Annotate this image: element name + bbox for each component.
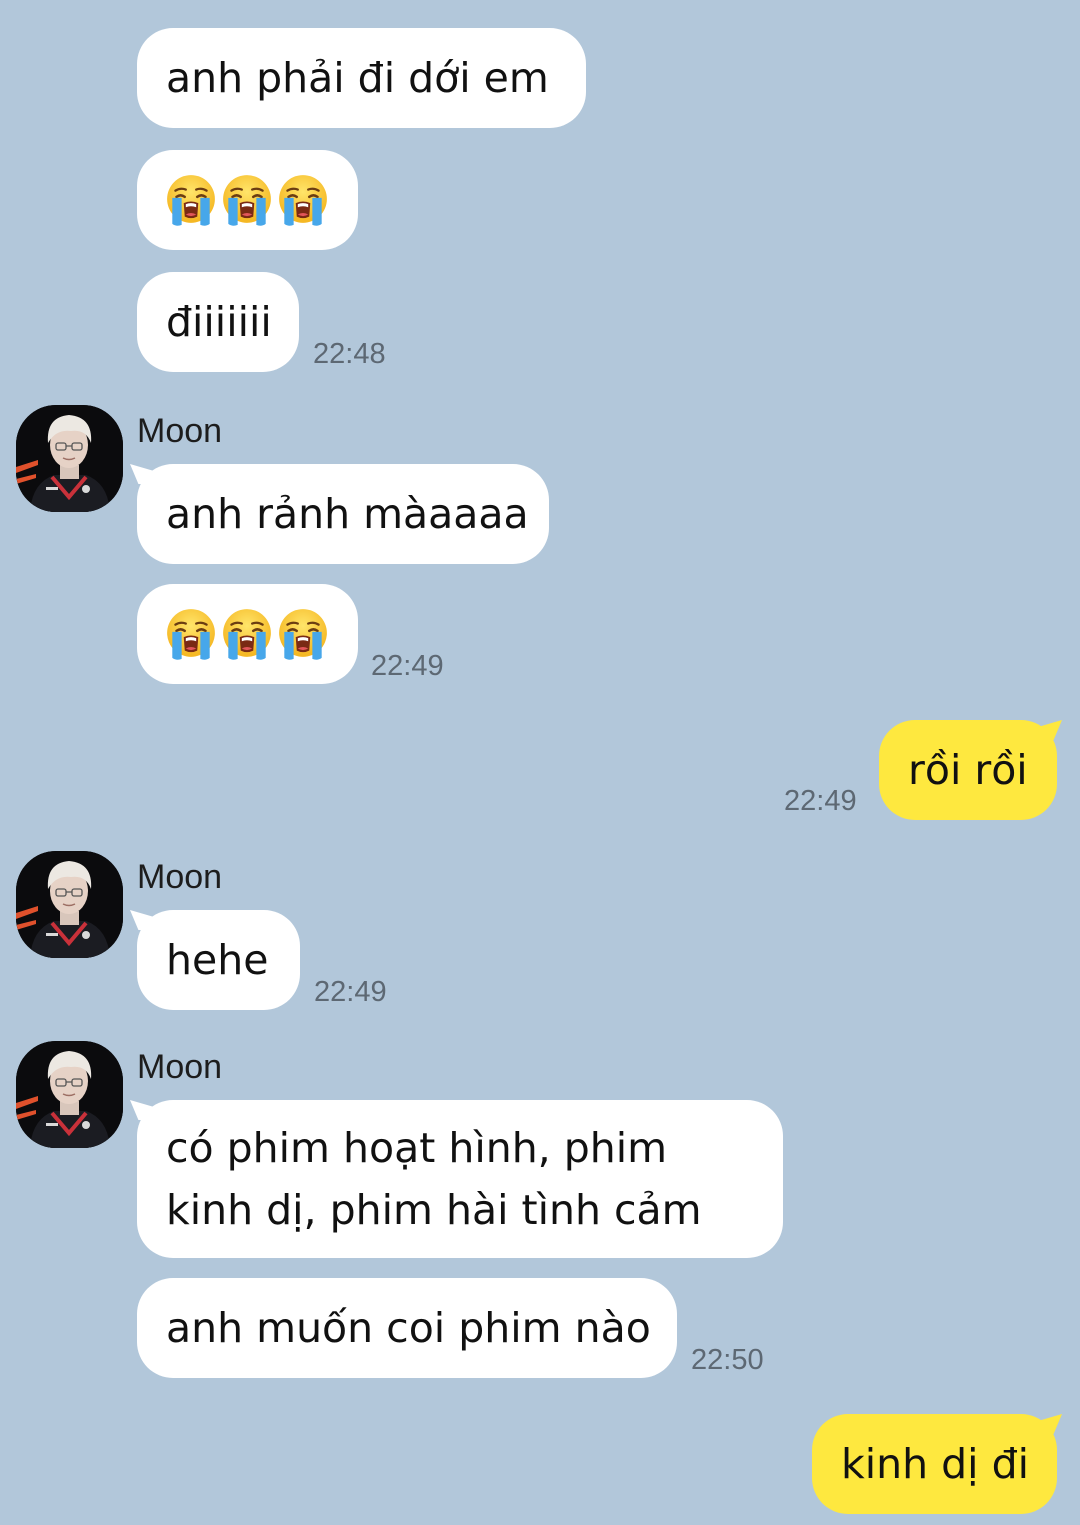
sender-name: Moon xyxy=(137,412,223,450)
message-bubble-incoming[interactable]: điiiiiii xyxy=(137,272,299,372)
message-bubble-outgoing[interactable]: rồi rồi xyxy=(879,720,1057,820)
message-timestamp: 22:49 xyxy=(371,650,444,682)
sender-name: Moon xyxy=(137,1048,223,1086)
loudly-crying-face-icon xyxy=(276,173,330,227)
avatar-image xyxy=(16,405,123,512)
message-bubble-incoming-emoji[interactable] xyxy=(137,150,358,250)
message-bubble-incoming[interactable]: anh phải đi dới em xyxy=(137,28,586,128)
avatar-image xyxy=(16,851,123,958)
message-bubble-incoming[interactable]: hehe xyxy=(137,910,300,1010)
loudly-crying-face-icon xyxy=(276,607,330,661)
message-text: điiiiiii xyxy=(166,298,272,346)
message-text: anh rảnh màaaaa xyxy=(166,490,529,538)
message-timestamp: 22:50 xyxy=(691,1344,764,1376)
message-timestamp: 22:49 xyxy=(784,785,857,817)
loudly-crying-face-icon xyxy=(220,173,274,227)
message-text: có phim hoạt hình, phim kinh dị, phim hà… xyxy=(166,1124,702,1234)
message-timestamp: 22:49 xyxy=(314,976,387,1008)
loudly-crying-face-icon xyxy=(220,607,274,661)
message-bubble-outgoing[interactable]: kinh dị đi xyxy=(812,1414,1057,1514)
message-text: rồi rồi xyxy=(908,746,1028,794)
contact-avatar[interactable] xyxy=(16,1041,123,1148)
message-bubble-incoming-emoji[interactable] xyxy=(137,584,358,684)
contact-avatar[interactable] xyxy=(16,851,123,958)
contact-avatar[interactable] xyxy=(16,405,123,512)
message-text: kinh dị đi xyxy=(841,1440,1030,1488)
message-text: anh muốn coi phim nào xyxy=(166,1304,651,1352)
bubble-tail xyxy=(1038,1414,1062,1434)
bubble-tail xyxy=(1038,720,1062,740)
message-timestamp: 22:48 xyxy=(313,338,386,370)
message-bubble-incoming[interactable]: anh muốn coi phim nào xyxy=(137,1278,677,1378)
sender-name: Moon xyxy=(137,858,223,896)
avatar-image xyxy=(16,1041,123,1148)
message-text: hehe xyxy=(166,936,269,984)
message-bubble-incoming[interactable]: có phim hoạt hình, phim kinh dị, phim hà… xyxy=(137,1100,783,1258)
loudly-crying-face-icon xyxy=(164,173,218,227)
loudly-crying-face-icon xyxy=(164,607,218,661)
message-text: anh phải đi dới em xyxy=(166,54,549,102)
message-bubble-incoming[interactable]: anh rảnh màaaaa xyxy=(137,464,549,564)
